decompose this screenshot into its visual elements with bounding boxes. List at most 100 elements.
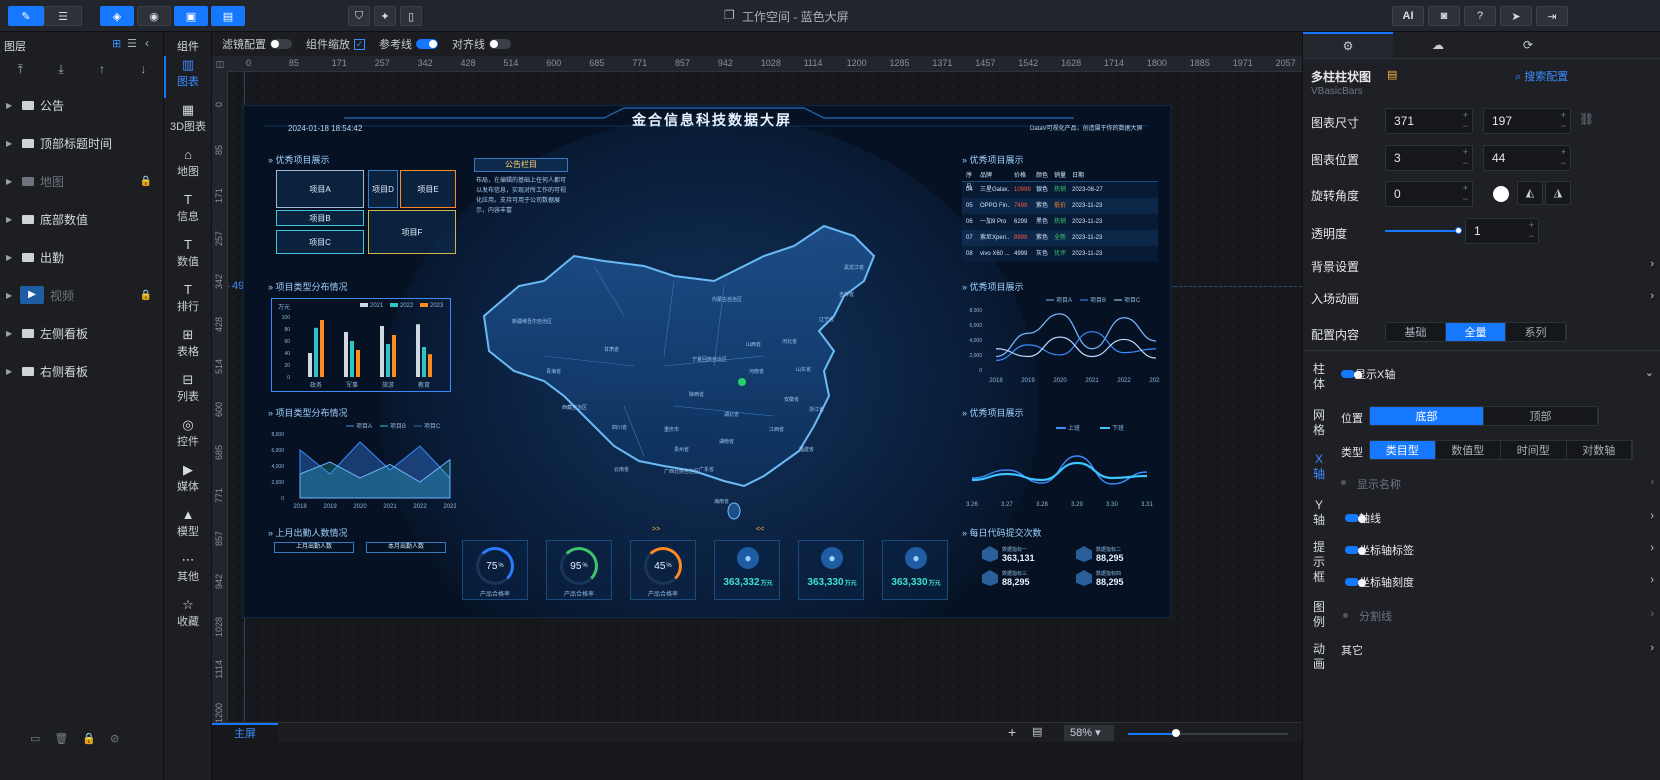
map-region-label[interactable]: 云南省 [614,466,629,473]
type-option-3[interactable]: 对数轴 [1566,441,1632,459]
link-icon[interactable]: ⛓ [1579,112,1594,126]
chevron-right-icon[interactable]: › [1650,290,1654,302]
component-bar-chart[interactable]: ▥ 图表 [164,58,212,89]
type-option-1[interactable]: 数值型 [1435,441,1501,459]
help-button[interactable]: ? [1464,6,1496,26]
move-bottom-icon[interactable]: ⤓ [58,62,63,77]
map-region-label[interactable]: 四川省 [612,424,627,431]
folder-icon[interactable]: ▭ [30,732,40,745]
map-region-label[interactable]: 陕西省 [689,391,704,398]
map-region-label[interactable]: 山西省 [746,341,761,348]
chevron-right-icon[interactable]: › [1650,476,1654,488]
mobile-button[interactable]: ▯ [400,6,422,26]
move-down-icon[interactable]: ↓ [140,62,146,76]
ruler-corner[interactable]: ◫ [212,56,228,72]
layer-item[interactable]: ▶ 底部数值 [0,204,164,234]
chevron-right-icon[interactable]: › [1650,642,1654,654]
split-line-label[interactable]: 分割线 [1359,608,1392,624]
vtab-6[interactable]: 动画 [1311,642,1327,672]
axis-tick-toggle[interactable] [1345,578,1366,587]
filter-toggle[interactable] [270,39,292,49]
caret-right-icon[interactable]: ▶ [6,139,12,148]
delete-icon[interactable]: 🗑 [54,732,68,745]
component-map[interactable]: ⌂ 地图 [164,148,212,179]
filter-button[interactable]: ⛉ [348,6,370,26]
map-region-label[interactable]: 江西省 [769,426,784,433]
map-region-label[interactable]: 内蒙古自治区 [712,296,742,303]
map-region-label[interactable]: 吉林省 [839,291,854,298]
component-table[interactable]: ⊞ 表格 [164,328,212,359]
vertical-ruler[interactable]: 0 85 171 257 342 428 514 600 685 771 857 942 1028 111… [212,72,228,723]
hide-icon[interactable]: ⊘ [110,732,119,745]
attendance-last-button[interactable]: 上月出勤人数 [274,542,354,553]
pos-x-input[interactable]: 3 + − [1385,145,1473,171]
pos-y-input[interactable]: 44 + − [1483,145,1571,171]
width-input[interactable]: 371 + − [1385,108,1473,134]
component-media[interactable]: ▶ 媒体 [164,463,212,494]
rotate-input[interactable]: 0 + − [1385,181,1473,207]
chevron-right-icon[interactable]: › [1650,258,1654,270]
panel-toggle-button[interactable]: ▣ [174,6,208,26]
publish-button[interactable]: ➤ [1500,6,1532,26]
layer-item[interactable]: ▶ 左侧看板 [0,318,164,348]
map-region-label[interactable]: 青海省 [546,368,561,375]
table-row[interactable]: 07 索尼Xperi... 8999 紫色 全新 2023-11-23 [962,230,1158,246]
magic-button[interactable]: ✦ [374,6,396,26]
map-region-label[interactable]: 辽宁省 [819,316,834,323]
vtab-4[interactable]: 提示框 [1311,540,1327,585]
height-input[interactable]: 197 + − [1483,108,1571,134]
table-row[interactable]: 08 vivo X60 ... 4999 灰色 优评 2023-11-23 [962,246,1158,262]
attendance-this-button[interactable]: 本月出勤人数 [366,542,446,553]
layer-item[interactable]: ▶ 顶部标题时间 [0,128,164,158]
map-region-label[interactable]: 河北省 [782,338,797,345]
search-config-link[interactable]: ⌕ 搜索配置 [1515,68,1568,84]
map-region-label[interactable]: 湖南省 [719,438,734,445]
horizontal-ruler[interactable]: 0 85 171 257 342 428 514 600 685 771 857 942 1028 111… [228,56,1339,72]
component-control[interactable]: ◎ 控件 [164,418,212,449]
map-region-label[interactable]: 河南省 [749,368,764,375]
vtab-3[interactable]: Y轴 [1311,498,1327,528]
scale-checkbox[interactable]: ✓ [354,38,365,50]
map-region-label[interactable]: 西藏自治区 [562,404,587,411]
add-screen-icon[interactable]: + [1008,724,1016,740]
position-option-0[interactable]: 底部 [1370,407,1484,425]
map-region-label[interactable]: 安徽省 [784,396,799,403]
table-row[interactable]: 06 一加9 Pro 6299 黑色 热销 2023-11-23 [962,214,1158,230]
map-region-label[interactable]: 甘肃省 [604,346,619,353]
component-text[interactable]: T 信息 [164,193,212,224]
guide-toggle[interactable] [416,39,438,49]
component-other[interactable]: ⋯ 其他 [164,553,212,584]
caret-right-icon[interactable]: ▶ [6,367,12,376]
collapse-icon[interactable]: ‹ [145,36,149,50]
component-list-grid[interactable]: ⊟ 列表 [164,373,212,404]
flip-vertical-button[interactable]: ◮ [1545,181,1571,205]
dashboard-stage[interactable]: 金合信息科技数据大屏 2024-01-18 18:54:42 DataV可视化产… [243,105,1171,618]
position-option-1[interactable]: 顶部 [1484,407,1598,425]
edit-mode-button[interactable]: ✎ [8,6,44,26]
selected-chart[interactable]: 万元 2021 2022 2023 100 80 60 40 20 0 政务 军事 旅游 教育 [271,298,451,392]
layer-item[interactable]: ▶ 公告 [0,90,164,120]
show-x-axis-toggle[interactable] [1341,370,1362,379]
component-rank[interactable]: T 排行 [164,283,212,314]
list-view-icon[interactable]: ☰ [127,37,137,50]
map-region-label[interactable]: 福建省 [799,446,814,453]
component-model[interactable]: ▲ 模型 [164,508,212,539]
align-toggle[interactable] [489,39,511,49]
move-top-icon[interactable]: ⤒ [18,62,23,77]
lock-icon[interactable]: 🔒 [140,176,152,187]
chevron-right-icon[interactable]: › [1650,542,1654,554]
opacity-input[interactable]: 1 + − [1465,218,1539,244]
component-star[interactable]: ☆ 收藏 [164,598,212,629]
caret-right-icon[interactable]: ▶ [6,101,12,110]
opacity-slider[interactable] [1385,227,1462,234]
table-row[interactable]: 05 OPPO Fin... 7499 紫色 低价 2023-11-23 [962,198,1158,214]
bg-setting-label[interactable]: 背景设置 [1311,258,1359,275]
flip-horizontal-button[interactable]: ◭ [1517,181,1543,205]
table-row[interactable]: 04 三星Galax... 10999 银色 热销 2023-08-27 [962,182,1158,198]
rotate-dial[interactable] [1493,186,1509,202]
map-region-label[interactable]: 宁夏回族自治区 [692,356,727,363]
tab-data[interactable]: ☁ [1393,32,1483,58]
config-tab-0[interactable]: 基础 [1386,323,1446,341]
tab-interaction[interactable]: ⟳ [1483,32,1573,58]
layer-item[interactable]: ▶ 右侧看板 [0,356,164,386]
